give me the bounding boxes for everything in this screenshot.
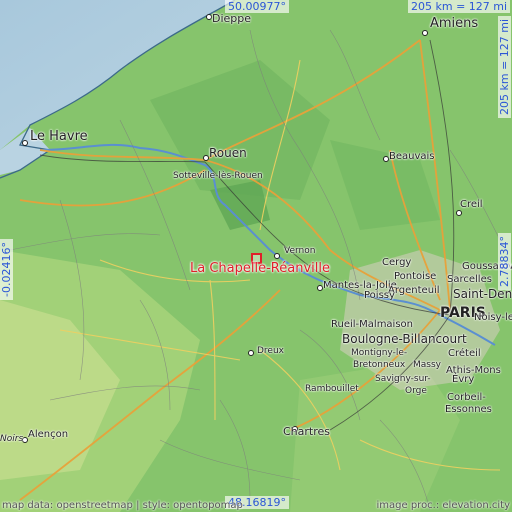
city-label-cergy: Cergy	[382, 257, 412, 268]
west-coordinate: -0.02416°	[0, 239, 13, 300]
map-credit: map data: openstreetmap | style: opentop…	[2, 500, 243, 511]
horizontal-scale: 205 km = 127 mi	[408, 0, 511, 13]
city-label-boulogne: Boulogne-Billancourt	[342, 332, 467, 346]
topographic-map[interactable]: Dieppe Amiens Le Havre Rouen Sotteville-…	[0, 0, 512, 512]
le-havre-dot	[22, 140, 28, 146]
creil-dot	[456, 210, 462, 216]
vertical-scale: 205 km = 127 mi	[498, 15, 511, 118]
city-label-alencon: Alençon	[28, 429, 69, 440]
city-label-rambouillet: Rambouillet	[305, 384, 359, 394]
city-label-chartres: Chartres	[283, 425, 331, 438]
city-label-massy: Massy	[413, 360, 441, 370]
city-label-noisy: Noisy-le	[474, 312, 512, 323]
city-label-bretonneux: Bretonneux	[353, 360, 406, 370]
city-label-dieppe: Dieppe	[212, 12, 252, 25]
amiens-dot	[422, 30, 428, 36]
dreux-dot	[248, 350, 254, 356]
city-label-amiens: Amiens	[430, 16, 479, 31]
city-label-rouen: Rouen	[209, 146, 247, 160]
city-label-creteil: Créteil	[448, 348, 481, 359]
city-label-savigny: Savigny-sur-	[375, 374, 431, 384]
city-label-corbeil: Corbeil-	[447, 392, 486, 403]
city-label-argenteuil: Argenteuil	[388, 285, 440, 296]
city-label-essonnes: Essonnes	[445, 404, 492, 415]
city-label-orge: Orge	[405, 386, 427, 396]
city-label-rueil: Rueil-Malmaison	[331, 319, 414, 330]
city-label-evry: Évry	[452, 374, 475, 385]
city-label-montigny: Montigny-le-	[351, 348, 408, 358]
city-label-vernon: Vernon	[284, 246, 316, 256]
city-label-dreux: Dreux	[257, 346, 284, 356]
city-label-le-havre: Le Havre	[30, 129, 88, 144]
city-label-pontoise: Pontoise	[394, 271, 437, 282]
city-label-sarcelles: Sarcelles	[447, 274, 492, 285]
city-label-sotteville: Sotteville-lès-Rouen	[173, 171, 263, 181]
city-label-poissy: Poissy	[364, 290, 395, 301]
north-coordinate: 50.00977°	[225, 0, 289, 13]
city-label-noirs: Noirs	[0, 434, 24, 444]
vernon-dot	[274, 253, 280, 259]
city-label-creil: Creil	[460, 199, 483, 210]
east-coordinate: 2.78834°	[498, 233, 511, 290]
place-name-label: La Chapelle-Réanville	[190, 261, 330, 276]
city-label-beauvais: Beauvais	[389, 151, 435, 162]
image-credit: image proc.: elevation.city	[376, 500, 511, 511]
